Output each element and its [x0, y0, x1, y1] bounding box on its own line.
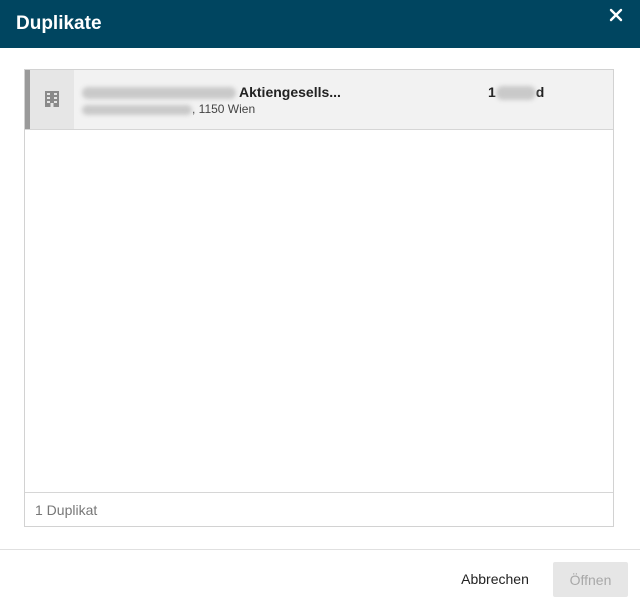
- footer-divider: [0, 549, 640, 550]
- open-button[interactable]: Öffnen: [553, 562, 628, 597]
- redacted-name-part: [82, 87, 236, 100]
- item-address: , 1150 Wien: [82, 102, 255, 116]
- list-footer: 1 Duplikat: [25, 492, 613, 526]
- duplicate-count: 1 Duplikat: [35, 502, 98, 518]
- item-number-suffix: d: [535, 84, 545, 100]
- dialog-titlebar: Duplikate: [0, 0, 640, 48]
- duplicates-dialog: Duplikate Aktiengesells... , 1150 Wien 1…: [0, 0, 640, 610]
- item-number: 1d: [488, 84, 545, 101]
- item-name-text: Aktiengesells...: [239, 84, 341, 100]
- cancel-button[interactable]: Abbrechen: [452, 562, 538, 596]
- item-number-prefix: 1: [488, 84, 496, 100]
- redacted-address-part: [82, 104, 192, 115]
- dialog-title: Duplikate: [16, 13, 102, 34]
- building-icon: [45, 91, 59, 107]
- item-name: Aktiengesells...: [82, 84, 341, 100]
- list-item[interactable]: Aktiengesells... , 1150 Wien 1d: [25, 70, 613, 130]
- item-address-text: , 1150 Wien: [192, 102, 256, 116]
- row-icon-cell: [30, 70, 74, 129]
- close-icon[interactable]: [608, 7, 624, 23]
- redacted-number-part: [495, 86, 536, 101]
- duplicates-list: Aktiengesells... , 1150 Wien 1d 1 Duplik…: [24, 69, 614, 527]
